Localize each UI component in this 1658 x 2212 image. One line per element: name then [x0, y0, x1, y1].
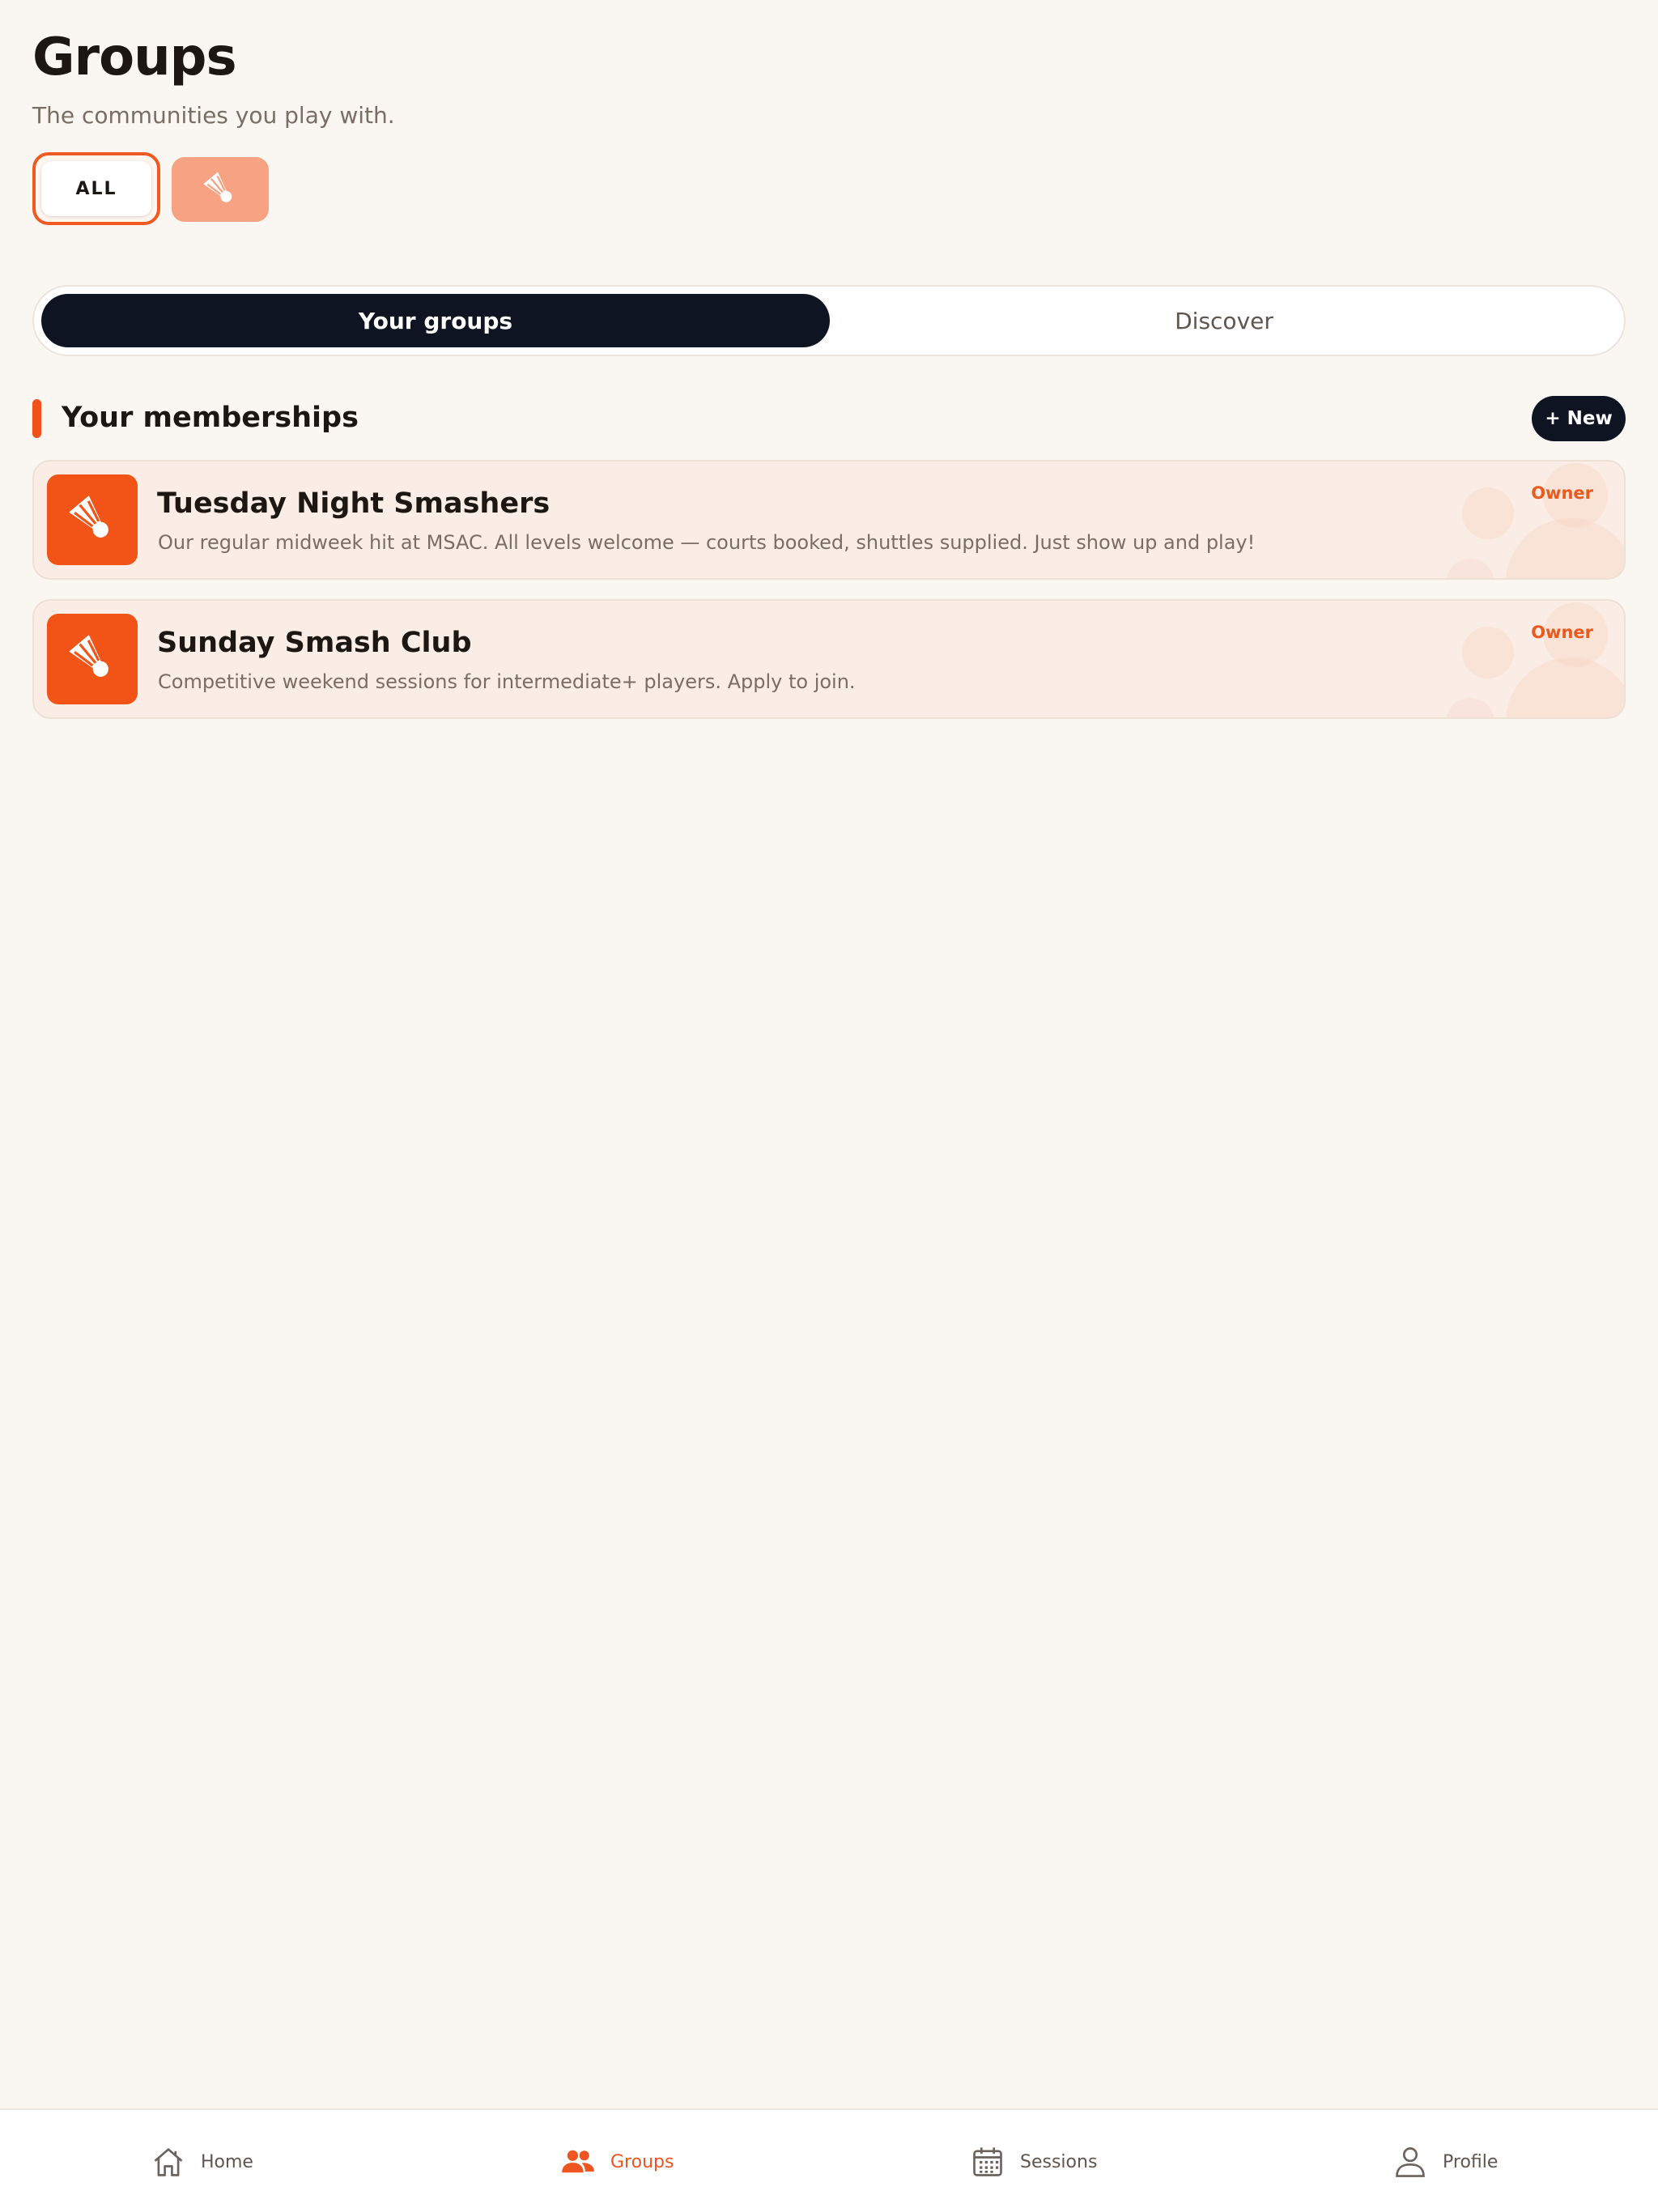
- filter-chip-all[interactable]: ALL: [32, 152, 160, 225]
- group-name: Tuesday Night Smashers: [157, 487, 551, 520]
- shuttlecock-icon: [69, 496, 108, 538]
- tab-profile[interactable]: Profile: [1392, 2110, 1498, 2212]
- bottom-tab-bar: Home Groups Sessions Profile: [0, 2108, 1658, 2212]
- tab-your-groups[interactable]: Your groups: [41, 294, 830, 347]
- groups-segmented-control: Your groups Discover: [32, 285, 1626, 356]
- group-name: Sunday Smash Club: [157, 627, 472, 659]
- tab-sessions-label: Sessions: [1020, 2151, 1098, 2172]
- group-avatar: [47, 614, 138, 704]
- role-badge: Owner: [1531, 623, 1593, 642]
- new-group-button[interactable]: + New: [1532, 396, 1626, 441]
- section-accent-bar: [32, 399, 41, 438]
- group-card[interactable]: Sunday Smash Club Competitive weekend se…: [32, 599, 1626, 719]
- tab-discover[interactable]: Discover: [830, 294, 1618, 347]
- filter-chip-badminton[interactable]: [172, 157, 269, 222]
- page-subtitle: The communities you play with.: [32, 102, 395, 129]
- group-avatar: [47, 474, 138, 565]
- filter-chip-all-label: ALL: [41, 161, 151, 216]
- group-description: Competitive weekend sessions for interme…: [158, 670, 856, 693]
- group-description: Our regular midweek hit at MSAC. All lev…: [158, 531, 1256, 554]
- group-card[interactable]: Tuesday Night Smashers Our regular midwe…: [32, 460, 1626, 580]
- role-badge: Owner: [1531, 483, 1593, 503]
- shuttlecock-icon: [69, 635, 108, 677]
- tab-sessions[interactable]: Sessions: [970, 2110, 1097, 2212]
- tab-groups-label: Groups: [610, 2151, 674, 2172]
- people-icon: [562, 2150, 594, 2173]
- shuttlecock-icon: [203, 172, 232, 202]
- decorative-pattern: [1446, 602, 1624, 717]
- decorative-pattern: [1446, 463, 1624, 578]
- tab-home-label: Home: [201, 2151, 253, 2172]
- home-icon: [154, 2148, 183, 2176]
- tab-profile-label: Profile: [1443, 2151, 1499, 2172]
- page-title: Groups: [32, 28, 237, 87]
- groups-screen: Groups The communities you play with. AL…: [0, 0, 1658, 2212]
- calendar-icon: [973, 2147, 1002, 2176]
- tab-home[interactable]: Home: [151, 2110, 253, 2212]
- tab-groups[interactable]: Groups: [560, 2110, 674, 2212]
- section-title: Your memberships: [62, 402, 359, 434]
- person-icon: [1396, 2147, 1425, 2177]
